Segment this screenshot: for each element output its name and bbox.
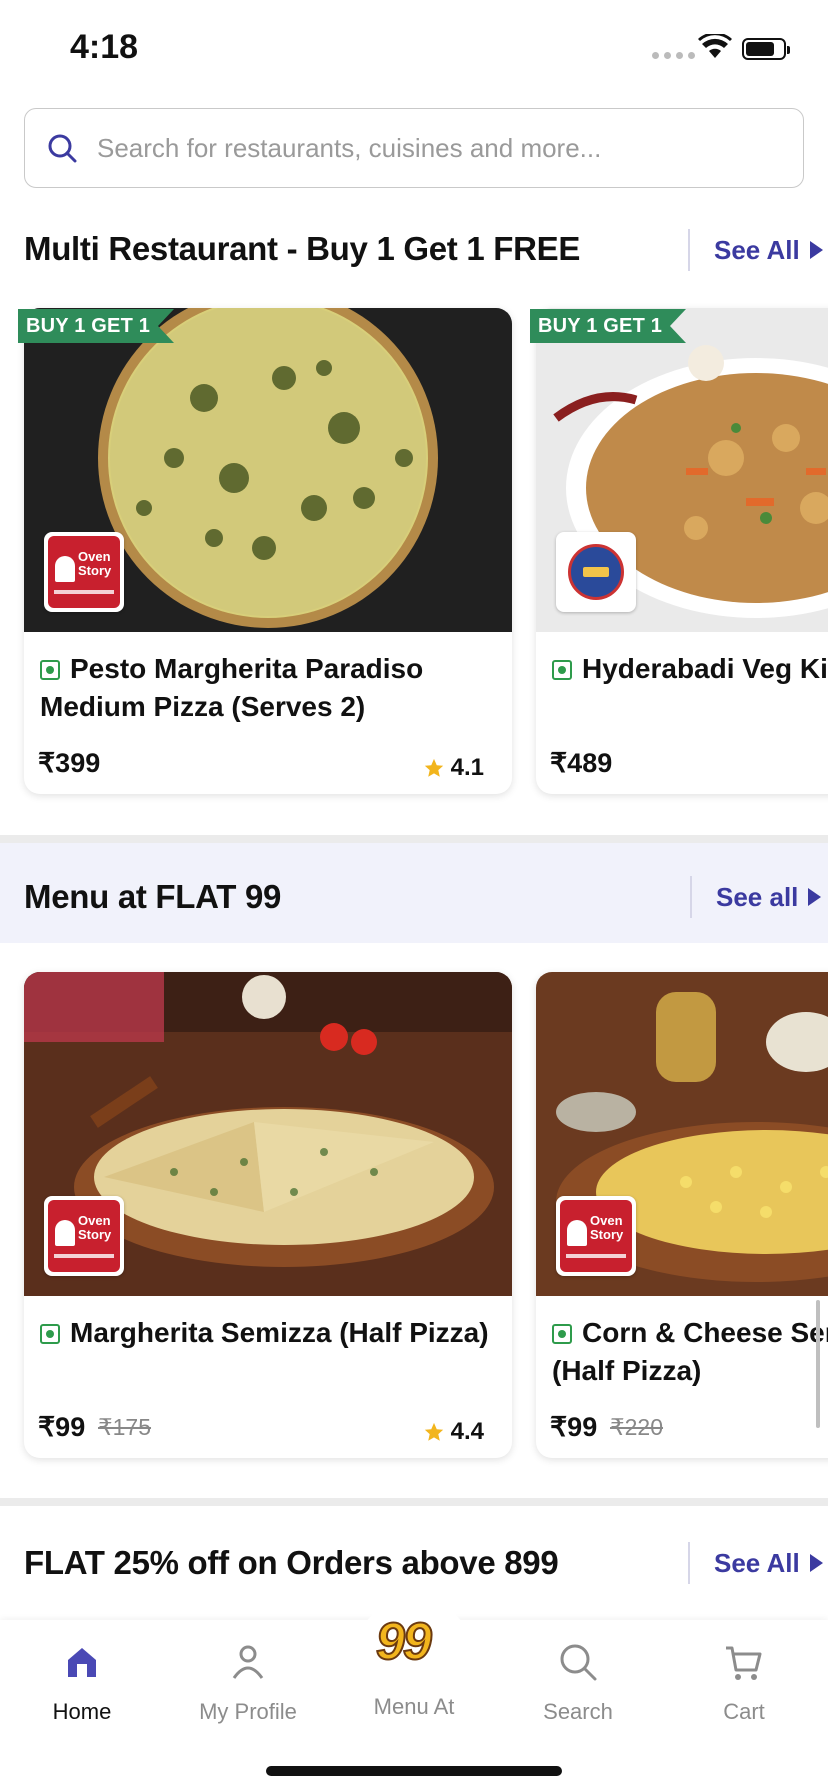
section-title-flat99: Menu at FLAT 99 bbox=[24, 878, 282, 915]
divider bbox=[688, 1542, 690, 1584]
dish-name-line1: Corn & Cheese Sem bbox=[582, 1317, 828, 1348]
star-icon bbox=[424, 758, 443, 777]
divider bbox=[690, 876, 692, 918]
nav-home[interactable]: Home bbox=[2, 1642, 162, 1725]
see-all-flat25-button[interactable]: See All bbox=[688, 1542, 823, 1584]
nav-cart[interactable]: Cart bbox=[664, 1642, 824, 1725]
veg-icon bbox=[552, 1324, 572, 1344]
dish-name-line1: Margherita Semizza (Half Pizza) bbox=[70, 1317, 489, 1348]
dish-card[interactable]: Oven Story Corn & Cheese Sem (Half Pizza… bbox=[536, 972, 828, 1458]
dish-name-line1: Pesto Margherita Paradiso bbox=[70, 653, 424, 684]
status-time: 4:18 bbox=[70, 28, 139, 66]
cart-icon bbox=[726, 1646, 762, 1680]
battery-icon bbox=[742, 38, 790, 60]
search-icon bbox=[48, 134, 77, 163]
nav-search[interactable]: Search bbox=[498, 1642, 658, 1725]
dish-mrp: ₹175 bbox=[98, 1414, 152, 1440]
dish-mrp: ₹220 bbox=[610, 1414, 664, 1440]
cellular-signal-icon bbox=[652, 52, 695, 59]
dish-card[interactable]: Oven Story Margherita Semizza (Half Pizz… bbox=[24, 972, 512, 1458]
nav-profile-label: My Profile bbox=[199, 1699, 297, 1724]
dish-rating: 4.1 bbox=[423, 754, 484, 782]
divider bbox=[688, 229, 690, 271]
veg-icon bbox=[552, 660, 572, 680]
bogo-badge: BUY 1 GET 1 bbox=[530, 309, 687, 343]
dish-name-line1: Hyderabadi Veg Kil bbox=[582, 653, 828, 684]
dish-name-line2: (Half Pizza) bbox=[552, 1355, 702, 1386]
veg-icon bbox=[40, 660, 60, 680]
dish-price: ₹99 bbox=[38, 1412, 86, 1442]
restaurant-logo-biryani-life bbox=[556, 532, 636, 612]
dish-card[interactable]: Oven Story Pesto Margherita Paradiso Med… bbox=[24, 308, 512, 794]
nav-home-label: Home bbox=[52, 1699, 112, 1724]
scrollbar[interactable] bbox=[816, 1300, 820, 1428]
dish-price: ₹399 bbox=[38, 748, 101, 778]
dish-price: ₹99 bbox=[550, 1412, 598, 1442]
home-icon bbox=[68, 1648, 96, 1677]
dish-rating: 4.4 bbox=[423, 1418, 484, 1446]
menu-99-icon[interactable]: 99 bbox=[375, 1612, 433, 1672]
see-all-label: See All bbox=[714, 234, 800, 265]
nav-menu-at-label: Menu At bbox=[373, 1694, 455, 1719]
home-indicator bbox=[266, 1766, 562, 1776]
nav-cart-label: Cart bbox=[723, 1699, 765, 1724]
restaurant-logo-oven-story: Oven Story bbox=[556, 1196, 636, 1276]
play-arrow-icon bbox=[808, 888, 822, 906]
status-bar: 4:18 bbox=[0, 0, 828, 100]
dish-name-line2: Medium Pizza (Serves 2) bbox=[40, 691, 366, 722]
rating-value: 4.1 bbox=[450, 754, 484, 781]
section-divider bbox=[0, 1498, 828, 1506]
search-placeholder: Search for restaurants, cuisines and mor… bbox=[97, 132, 602, 163]
app-screen: 4:18 Search for restaurants, cuisines an… bbox=[0, 0, 828, 1792]
see-all-label: See All bbox=[714, 1547, 800, 1578]
nav-profile[interactable]: My Profile bbox=[168, 1642, 328, 1725]
rating-value: 4.4 bbox=[450, 1418, 484, 1445]
section-title-bogo: Multi Restaurant - Buy 1 Get 1 FREE bbox=[24, 230, 581, 267]
star-icon bbox=[424, 1422, 443, 1441]
see-all-label: See all bbox=[716, 881, 799, 912]
dish-card[interactable]: Hyderabadi Veg Kil ₹489 bbox=[536, 308, 828, 794]
section-divider bbox=[0, 835, 828, 843]
dish-price: ₹489 bbox=[550, 748, 613, 778]
play-arrow-icon bbox=[809, 1554, 823, 1572]
profile-icon bbox=[232, 1645, 264, 1679]
wifi-icon bbox=[698, 34, 732, 58]
restaurant-logo-oven-story: Oven Story bbox=[44, 532, 124, 612]
veg-icon bbox=[40, 1324, 60, 1344]
play-arrow-icon bbox=[809, 241, 823, 259]
nav-search-label: Search bbox=[543, 1699, 613, 1724]
search-bar[interactable]: Search for restaurants, cuisines and mor… bbox=[24, 108, 804, 188]
see-all-bogo-button[interactable]: See All bbox=[688, 229, 823, 271]
bogo-badge: BUY 1 GET 1 bbox=[18, 309, 175, 343]
see-all-flat99-button[interactable]: See all bbox=[690, 876, 822, 918]
search-icon bbox=[560, 1644, 597, 1681]
section-title-flat25: FLAT 25% off on Orders above 899 bbox=[24, 1544, 559, 1581]
restaurant-logo-oven-story: Oven Story bbox=[44, 1196, 124, 1276]
